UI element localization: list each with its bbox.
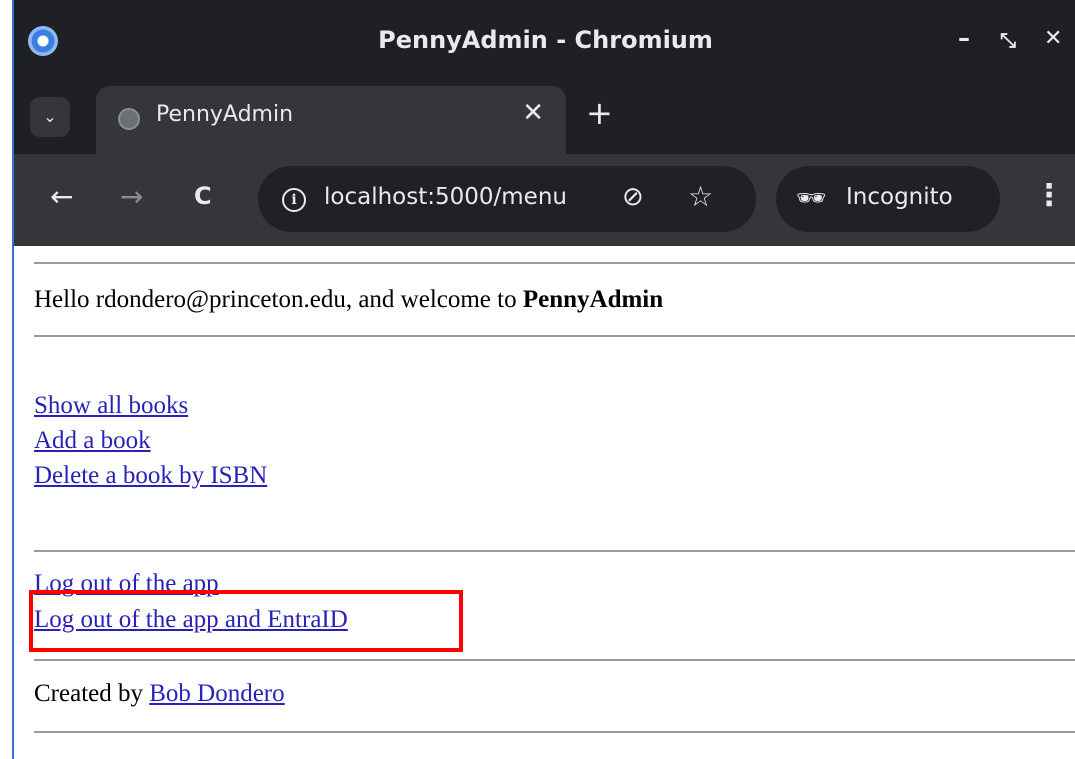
highlight-annotation [29, 590, 463, 652]
globe-icon [118, 108, 140, 130]
tab-strip: ⌄ PennyAdmin ✕ + [14, 84, 1075, 154]
show-all-books-link[interactable]: Show all books [34, 392, 188, 419]
reload-button[interactable]: C [194, 182, 212, 210]
window-title: PennyAdmin - Chromium [378, 26, 713, 54]
greeting-text: Hello rdondero@princeton.edu, and welcom… [34, 286, 523, 313]
browser-toolbar: ← → C i localhost:5000/menu ⊘ ☆ 🕶 Incogn… [14, 154, 1075, 246]
tab-search-button[interactable]: ⌄ [30, 97, 70, 137]
bookmark-star-icon[interactable]: ☆ [688, 180, 713, 213]
greeting: Hello rdondero@princeton.edu, and welcom… [34, 286, 663, 314]
maximize-button[interactable]: ⤡ [1000, 28, 1016, 52]
author-link[interactable]: Bob Dondero [149, 680, 284, 707]
add-book-link[interactable]: Add a book [34, 427, 151, 454]
page-content: Hello rdondero@princeton.edu, and welcom… [14, 246, 1075, 759]
divider [34, 262, 1075, 264]
divider [34, 550, 1075, 552]
minimize-button[interactable]: – [958, 24, 970, 52]
address-bar[interactable]: i localhost:5000/menu ⊘ ☆ [258, 166, 756, 232]
divider [34, 731, 1075, 733]
tab-title: PennyAdmin [156, 102, 294, 127]
back-button[interactable]: ← [50, 180, 73, 213]
app-name: PennyAdmin [522, 286, 664, 313]
footer-text: Created by [34, 680, 150, 707]
new-tab-button[interactable]: + [586, 94, 613, 132]
incognito-badge[interactable]: 🕶 Incognito [776, 166, 1000, 232]
close-window-button[interactable]: ✕ [1044, 26, 1062, 51]
tracking-protection-icon[interactable]: ⊘ [622, 182, 644, 212]
title-bar: PennyAdmin - Chromium – ⤡ ✕ [14, 0, 1075, 84]
browser-menu-button[interactable]: ⋮ [1034, 178, 1064, 213]
incognito-icon: 🕶 [796, 184, 827, 212]
divider [34, 659, 1075, 661]
tab-close-button[interactable]: ✕ [522, 98, 544, 128]
site-info-icon[interactable]: i [282, 188, 306, 212]
url-text[interactable]: localhost:5000/menu [324, 184, 567, 210]
incognito-label: Incognito [846, 184, 953, 210]
footer: Created by Bob Dondero [34, 680, 285, 708]
chevron-down-icon: ⌄ [43, 107, 57, 126]
forward-button[interactable]: → [120, 180, 143, 213]
tab-pennyadmin[interactable]: PennyAdmin ✕ [96, 86, 566, 154]
delete-book-link[interactable]: Delete a book by ISBN [34, 462, 267, 489]
divider [34, 335, 1075, 337]
browser-window: PennyAdmin - Chromium – ⤡ ✕ ⌄ PennyAdmin… [12, 0, 1075, 759]
